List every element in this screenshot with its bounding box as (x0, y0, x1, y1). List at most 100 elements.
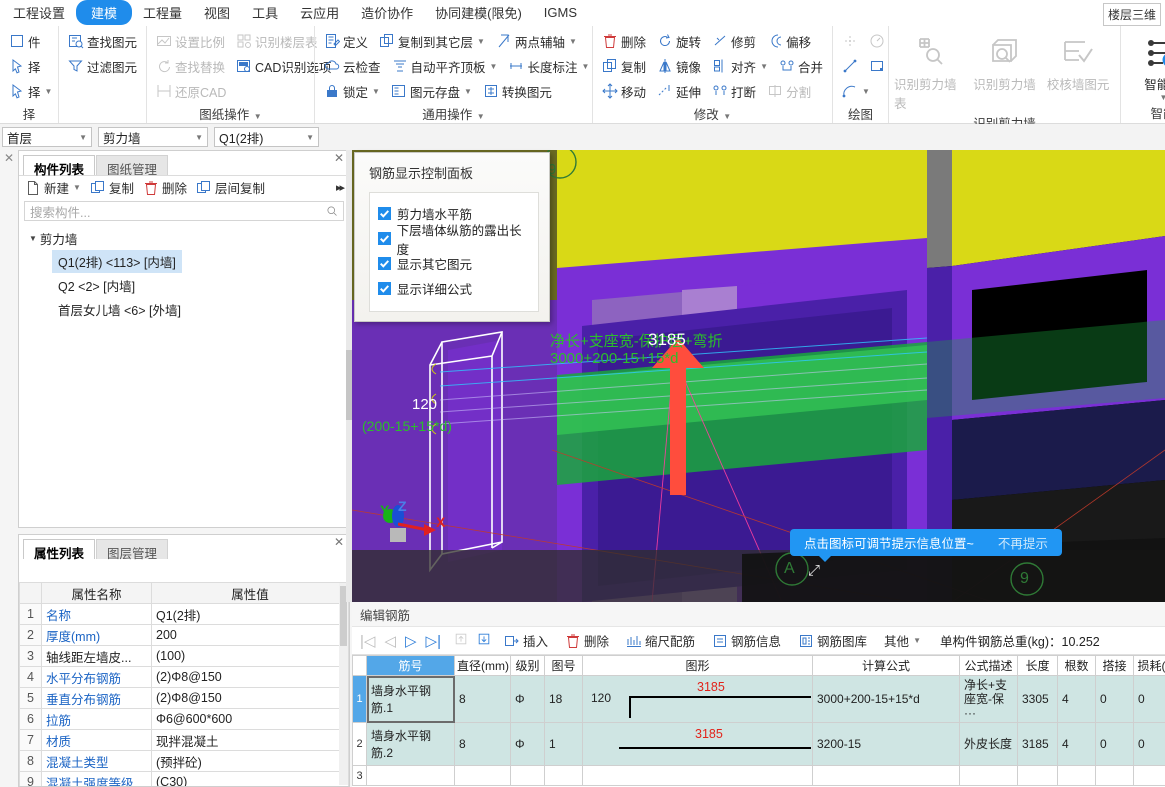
ribbon-item-copy[interactable]: 复制 (598, 56, 650, 77)
ribbon-item-filter-element[interactable]: 过滤图元 (64, 56, 141, 77)
close-icon[interactable]: ✕ (333, 536, 345, 549)
delete-row-button[interactable]: 删除 (561, 630, 613, 651)
grid-col-fig_no[interactable]: 图号 (544, 655, 583, 676)
property-value[interactable]: (C30) (151, 771, 349, 786)
cell-count[interactable]: 4 (1057, 675, 1096, 723)
ribbon-item-length-dimension[interactable]: 长度标注 ▼ (504, 56, 593, 77)
ribbon-item-copy-to-layer[interactable]: 复制到其它层 ▼ (375, 31, 489, 52)
viewport-tooltip[interactable]: 点击图标可调节提示信息位置~ 不再提示 (790, 529, 1062, 562)
cell-lap[interactable]: 0 (1095, 722, 1134, 766)
cell-bar-no[interactable] (366, 765, 455, 786)
grid-col-bar_no[interactable]: 筋号 (366, 655, 455, 676)
property-scrollbar[interactable] (339, 583, 348, 785)
tab-drawing-manage[interactable]: 图纸管理 (96, 155, 169, 177)
menu-item-7[interactable]: 协同建模(限免) (424, 0, 533, 25)
prev-record-button[interactable]: ◁ (384, 632, 396, 650)
tooltip-dismiss-button[interactable]: 不再提示 (998, 533, 1048, 552)
property-value[interactable]: Q1(2排) (151, 603, 349, 625)
scale-rebar-button[interactable]: 缩尺配筋 (622, 630, 699, 651)
cell-grade[interactable] (510, 765, 545, 786)
grid-col-formula[interactable]: 计算公式 (812, 655, 960, 676)
grid-col-lap[interactable]: 搭接 (1095, 655, 1134, 676)
cell-formula-desc[interactable]: 净长+支座宽-保··· (959, 675, 1018, 723)
property-row[interactable]: 5 垂直分布钢筋 (2)Φ8@150 (19, 687, 349, 709)
rebar-grid-row[interactable]: 3 (352, 765, 1165, 786)
property-value[interactable]: (2)Φ8@150 (151, 666, 349, 688)
cell-loss[interactable] (1133, 765, 1165, 786)
checkbox-0[interactable] (378, 207, 391, 220)
rebar-library-button[interactable]: 钢筋图库 (794, 630, 871, 651)
menu-item-5[interactable]: 云应用 (289, 0, 350, 25)
tab-layer-manage[interactable]: 图层管理 (96, 539, 169, 561)
ribbon-item-merge[interactable]: 合并 (775, 56, 827, 77)
ribbon-item-rect[interactable] (865, 57, 889, 75)
cell-shape[interactable]: 3185 (582, 722, 813, 766)
other-menu-button[interactable]: 其他 ▼ (880, 630, 925, 651)
rebar-option-row[interactable]: 显示详细公式 (378, 276, 530, 301)
ribbon-item-align[interactable]: 对齐 ▼ (708, 56, 772, 77)
property-row[interactable]: 2 厚度(mm) 200 (19, 624, 349, 646)
grid-col-grade[interactable]: 级别 (510, 655, 545, 676)
cell-length[interactable]: 3305 (1017, 675, 1058, 723)
move-down-icon[interactable] (477, 632, 491, 649)
first-record-button[interactable]: |◁ (360, 632, 375, 650)
cell-grade[interactable]: Φ (510, 722, 545, 766)
grid-col-formula_desc[interactable]: 公式描述 (959, 655, 1018, 676)
ribbon-item-convert-element[interactable]: 转换图元 (479, 81, 556, 102)
ribbon-item-extend[interactable]: 延伸 (653, 81, 705, 102)
ribbon-item-define[interactable]: 定义 (320, 31, 372, 52)
copy-component-button[interactable]: 复制 (90, 178, 134, 197)
cell-fig-no[interactable]: 18 (544, 675, 583, 723)
checkbox-2[interactable] (378, 257, 391, 270)
rebar-grid-row[interactable]: 2 墙身水平钢筋.2 8 Φ 1 3185 3200-15 外皮长度 3185 4 0 0 (352, 722, 1165, 766)
cell-length[interactable] (1017, 765, 1058, 786)
cell-bar-no[interactable]: 墙身水平钢筋.2 (366, 722, 455, 766)
tree-root-shearwall[interactable]: ▼ 剪力墙 (25, 227, 349, 249)
tab-property-list[interactable]: 属性列表 (23, 539, 96, 561)
ribbon-item-line[interactable] (838, 57, 862, 75)
ribbon-item-offset[interactable]: 偏移 (763, 31, 815, 52)
floor-3d-button[interactable]: 楼层三维 (1102, 3, 1161, 26)
last-record-button[interactable]: ▷| (426, 632, 441, 650)
cell-lap[interactable]: 0 (1095, 675, 1134, 723)
tree-item-1[interactable]: Q2 <2> [内墙] (25, 273, 349, 297)
property-value[interactable]: 200 (151, 624, 349, 646)
ribbon-item-component[interactable]: 件 (5, 31, 45, 52)
ribbon-item-arc[interactable]: ▼ (838, 82, 874, 100)
property-row[interactable]: 6 拉筋 Φ6@600*600 (19, 708, 349, 730)
ribbon-item-find-element[interactable]: 查找图元 (64, 31, 141, 52)
grid-col-shape[interactable]: 图形 (582, 655, 813, 676)
ribbon-item-delete[interactable]: 删除 (598, 31, 650, 52)
menu-item-0[interactable]: 工程设置 (2, 0, 76, 25)
menu-item-6[interactable]: 造价协作 (350, 0, 424, 25)
checkbox-1[interactable] (378, 232, 391, 245)
menu-item-4[interactable]: 工具 (241, 0, 289, 25)
ribbon-item-two-point-axis[interactable]: 两点辅轴 ▼ (492, 31, 581, 52)
cell-grade[interactable]: Φ (510, 675, 545, 723)
ribbon-item-element-save[interactable]: 图元存盘 ▼ (387, 81, 476, 102)
ribbon-item-auto-align-slab[interactable]: 自动平齐顶板 ▼ (388, 56, 502, 77)
rebar-grid-row[interactable]: 1 墙身水平钢筋.1 8 Φ 18 120 3185 3000+200-15+15*d 净长+支… (352, 675, 1165, 723)
component-combo[interactable]: Q1(2排) ▼ (214, 127, 319, 147)
property-row[interactable]: 7 材质 现拌混凝土 (19, 729, 349, 751)
ribbon-button-smart-layout[interactable]: 智能布▼ (1126, 29, 1165, 102)
ribbon-item-break[interactable]: 打断 (708, 81, 760, 102)
cell-formula-desc[interactable] (959, 765, 1018, 786)
collapse-left-strip-icon[interactable]: ✕ (4, 151, 14, 165)
tab-component-list[interactable]: 构件列表 (23, 155, 96, 177)
close-icon[interactable]: ✕ (333, 152, 345, 165)
cell-diameter[interactable] (454, 765, 511, 786)
cell-shape[interactable] (582, 765, 813, 786)
cell-fig-no[interactable] (544, 765, 583, 786)
grid-col-length[interactable]: 长度 (1017, 655, 1058, 676)
copy-between-floors-button[interactable]: 层间复制 (196, 178, 265, 197)
menu-item-3[interactable]: 视图 (193, 0, 241, 25)
ribbon-item-cloud-check[interactable]: 云检查 (320, 56, 385, 77)
ribbon-item-rotate[interactable]: 旋转 (653, 31, 705, 52)
grid-col-count[interactable]: 根数 (1057, 655, 1096, 676)
rebar-option-row[interactable]: 下层墙体纵筋的露出长度 (378, 224, 530, 257)
cell-formula-desc[interactable]: 外皮长度 (959, 722, 1018, 766)
cell-loss[interactable]: 0 (1133, 675, 1165, 723)
property-row[interactable]: 9 混凝土强度等级 (C30) (19, 771, 349, 786)
property-row[interactable]: 3 轴线距左墙皮... (100) (19, 645, 349, 667)
